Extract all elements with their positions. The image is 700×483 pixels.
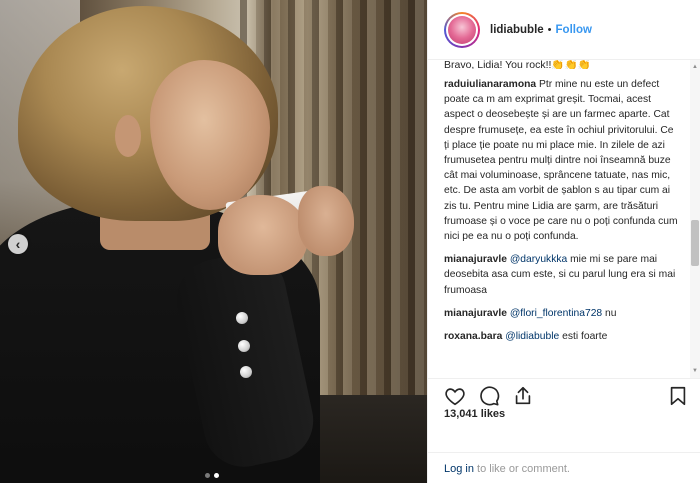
- comment-mention[interactable]: @flori_florentina728: [510, 308, 602, 319]
- post-photo[interactable]: ‹: [0, 0, 427, 483]
- login-link[interactable]: Log in: [444, 463, 474, 475]
- login-prompt: Log in to like or comment.: [428, 452, 700, 483]
- ear: [115, 115, 141, 157]
- avatar[interactable]: [444, 11, 480, 48]
- comment-fragment: Bravo, Lidia! You rock!!👏👏👏: [444, 60, 591, 69]
- comment-text: esti foarte: [562, 331, 608, 343]
- comment-icon[interactable]: [478, 385, 500, 407]
- scroll-thumb[interactable]: [691, 220, 699, 266]
- comment-text: nu: [605, 307, 617, 319]
- comment-text: Ptr mine nu este un defect poate ca m am…: [444, 79, 678, 243]
- comment-item: raduiulianaramona Ptr mine nu este un de…: [444, 77, 679, 244]
- post-sidebar: lidiabuble • Follow Bravo, Lidia! You ro…: [427, 0, 700, 483]
- carousel-dots: [205, 473, 219, 478]
- comment-item: mianajuravle @flori_florentina728 nu: [444, 306, 679, 321]
- carousel-dot-active: [214, 473, 219, 478]
- comment-username[interactable]: roxana.bara: [444, 331, 502, 342]
- heart-icon[interactable]: [444, 385, 466, 407]
- comment-username[interactable]: mianajuravle: [444, 308, 507, 319]
- avatar-image: [448, 15, 476, 44]
- comment-username[interactable]: mianajuravle: [444, 254, 507, 265]
- username[interactable]: lidiabuble: [490, 24, 544, 36]
- scroll-up-arrow-icon[interactable]: ▲: [690, 62, 700, 72]
- comment-item: roxana.bara @lidiabuble esti foarte: [444, 329, 679, 344]
- sleeve-button: [240, 366, 252, 378]
- second-hand: [298, 186, 354, 256]
- login-prompt-text: to like or comment.: [477, 463, 570, 475]
- carousel-dot: [205, 473, 210, 478]
- follow-button[interactable]: Follow: [556, 24, 592, 36]
- sleeve-button: [236, 312, 248, 324]
- post-header: lidiabuble • Follow: [428, 0, 700, 60]
- comment-username[interactable]: raduiulianaramona: [444, 79, 536, 90]
- comment-mention[interactable]: @lidiabuble: [505, 331, 559, 342]
- hand: [218, 195, 308, 275]
- comments-list[interactable]: Bravo, Lidia! You rock!!👏👏👏 raduiulianar…: [428, 60, 700, 378]
- action-bar: [428, 378, 700, 408]
- carousel-prev-button[interactable]: ‹: [8, 234, 28, 254]
- separator-dot: •: [547, 23, 552, 36]
- comments-scrollbar[interactable]: ▲ ▼: [690, 60, 700, 378]
- avatar-ring: [446, 13, 478, 46]
- bookmark-icon[interactable]: [667, 385, 689, 407]
- scroll-down-arrow-icon[interactable]: ▼: [690, 366, 700, 376]
- sleeve-button: [238, 340, 250, 352]
- comment-item: mianajuravle @daryukkka mie mi se pare m…: [444, 252, 679, 298]
- likes-count[interactable]: 13,041 likes: [444, 408, 505, 420]
- share-icon[interactable]: [512, 385, 534, 407]
- comment-mention[interactable]: @daryukkka: [510, 254, 567, 265]
